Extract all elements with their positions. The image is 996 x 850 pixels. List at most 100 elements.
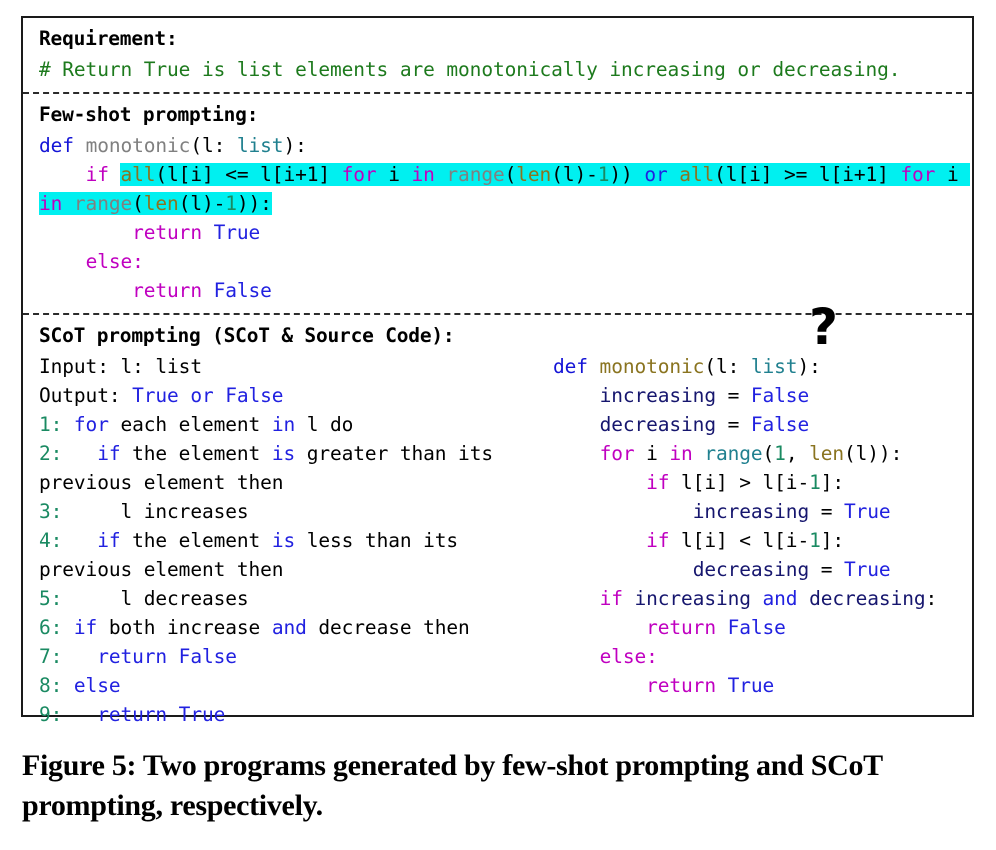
scot-line-num: 5: [39, 587, 63, 610]
token-expr1: (l[i] <= l[i+1] [155, 163, 342, 186]
token-all: all [120, 163, 156, 186]
token-len-open2: ( [132, 192, 144, 215]
token-len: len [516, 163, 552, 186]
fewshot-header: Few-shot prompting: [39, 103, 259, 126]
src-dec-assign: decreasing [692, 558, 810, 581]
token-true: True [213, 221, 261, 244]
src-cond1-num: 1 [809, 471, 821, 494]
src-if1: if [646, 471, 670, 494]
src-len-rest: (l)): [844, 442, 903, 465]
src-var-decreasing: decreasing [599, 413, 717, 436]
scot-text2: l do [295, 413, 354, 436]
requirement-comment: # Return True is list elements are monot… [23, 55, 972, 84]
src-inc-assign: increasing [692, 500, 810, 523]
src-cond2-num: 1 [809, 529, 821, 552]
requirement-section: Requirement: # Return True is list eleme… [23, 18, 972, 92]
token-range2: range [62, 192, 133, 215]
scot-columns: Input: l: list Output: True or False 1: … [23, 352, 972, 729]
scot-kw2: is [271, 442, 296, 465]
scot-kw: else [73, 674, 121, 697]
src-num1: 1 [774, 442, 786, 465]
figure-caption: Figure 5: Two programs generated by few-… [22, 749, 883, 822]
scot-indent [62, 645, 97, 668]
token-false: False [213, 279, 272, 302]
scot-pseudocode-column: Input: l: list Output: True or False 1: … [23, 352, 523, 729]
token-len-args: (l)- [551, 163, 598, 186]
scot-line-num: 8: [39, 674, 63, 697]
scot-output-value: True or False [132, 384, 284, 407]
scot-line-num: 7: [39, 645, 63, 668]
token-in2: in [39, 192, 63, 215]
scot-kw: for [73, 413, 109, 436]
token-num-1: 1 [597, 163, 610, 186]
token-else: else: [85, 250, 144, 273]
token-expr2: (l[i] >= l[i+1] [714, 163, 901, 186]
scot-kw: return False [97, 645, 237, 668]
src-cond1a: l[i] > l[i- [669, 471, 810, 494]
token-i2: i [935, 163, 971, 186]
scot-kw2: is [271, 529, 296, 552]
scot-kw: if [97, 529, 121, 552]
src-assign4: = [809, 558, 845, 581]
src-if3: if [599, 587, 623, 610]
src-token-fn-name: monotonic [587, 355, 705, 378]
src-if3-var2: decreasing [797, 587, 926, 610]
scot-indent [62, 442, 97, 465]
token-def: def [39, 134, 74, 157]
src-range: range [692, 442, 763, 465]
scot-pseudocode: Input: l: list Output: True or False 1: … [23, 352, 523, 729]
scot-input-label: Input: l: list [39, 355, 202, 378]
src-cond2b: ]: [820, 529, 845, 552]
src-true3: True [727, 674, 775, 697]
src-token-sig: (l: [704, 355, 751, 378]
src-for: for [599, 442, 635, 465]
question-mark-annotation: ? [809, 298, 839, 356]
token-len-args2: (l)- [178, 192, 226, 215]
scot-indent [62, 587, 120, 610]
fewshot-section: Few-shot prompting: def monotonic(l: lis… [23, 94, 972, 352]
requirement-comment-text: # Return True is list elements are monot… [39, 58, 901, 81]
scot-sourcecode-column: def monotonic(l: list): increasing = Fal… [523, 352, 972, 700]
src-return2: return [646, 674, 716, 697]
src-token-def: def [553, 355, 588, 378]
scot-kw2: in [271, 413, 296, 436]
token-len-open: ( [504, 163, 517, 186]
token-range: range [434, 163, 505, 186]
src-false2: False [750, 413, 810, 436]
scot-text: both increase [97, 616, 272, 639]
scot-line-num: 6: [39, 616, 63, 639]
scot-text: l increases [120, 500, 249, 523]
scot-indent [62, 529, 97, 552]
scot-indent [62, 500, 120, 523]
token-in: in [411, 163, 435, 186]
figure-container: Requirement: # Return True is list eleme… [0, 0, 996, 850]
src-return1: return [646, 616, 716, 639]
src-cond2a: l[i] < l[i- [669, 529, 810, 552]
scot-kw: if [97, 442, 121, 465]
prompt-comparison-box: Requirement: # Return True is list eleme… [21, 16, 974, 726]
token-i: i [376, 163, 412, 186]
token-all2: all [679, 163, 715, 186]
scot-text: l decreases [120, 587, 249, 610]
src-else: else: [599, 645, 658, 668]
token-close2: )) [609, 163, 633, 186]
token-close3: )): [236, 192, 272, 215]
scot-output-label: Output: [39, 384, 133, 407]
requirement-header: Requirement: [39, 27, 178, 50]
token-return: return [132, 221, 202, 244]
src-len: len [809, 442, 845, 465]
scot-text: each element [108, 413, 272, 436]
token-or: or [644, 163, 668, 186]
scot-indent [62, 674, 74, 697]
scot-kw: return True [97, 703, 226, 726]
src-true1: True [844, 500, 891, 523]
scot-indent [62, 413, 74, 436]
token-num-1b: 1 [225, 192, 237, 215]
token-paren: ( [190, 134, 202, 157]
token-paren-close: ): [283, 134, 307, 157]
token-if: if [85, 163, 109, 186]
src-if2: if [646, 529, 670, 552]
token-return2: return [132, 279, 202, 302]
scot-text2: decrease then [306, 616, 470, 639]
fewshot-code: def monotonic(l: list): if all(l[i] <= l… [23, 131, 972, 305]
